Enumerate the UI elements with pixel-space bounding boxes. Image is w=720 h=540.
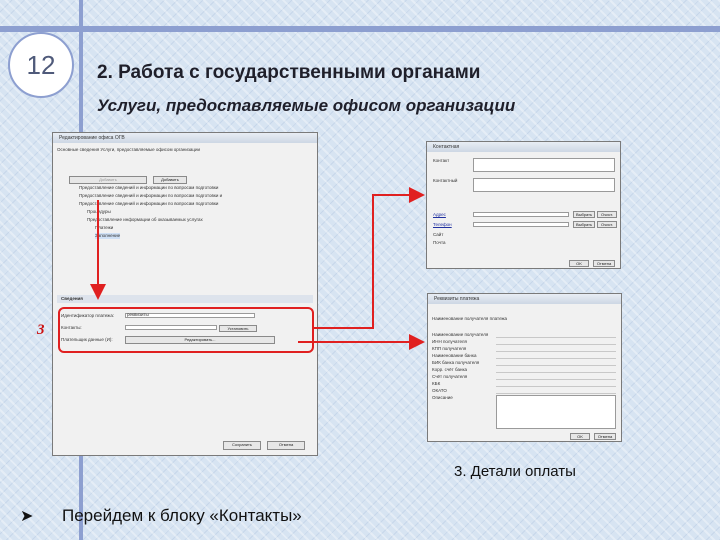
- callout-arrows: [90, 187, 425, 350]
- arrow-contacts-to-contact-window: [314, 187, 425, 329]
- payment-details-caption: 3. Детали оплаты: [454, 463, 576, 480]
- bullet-text: Перейдем к блоку «Контакты»: [62, 506, 302, 525]
- bullet-arrow-icon: ➤: [20, 508, 34, 525]
